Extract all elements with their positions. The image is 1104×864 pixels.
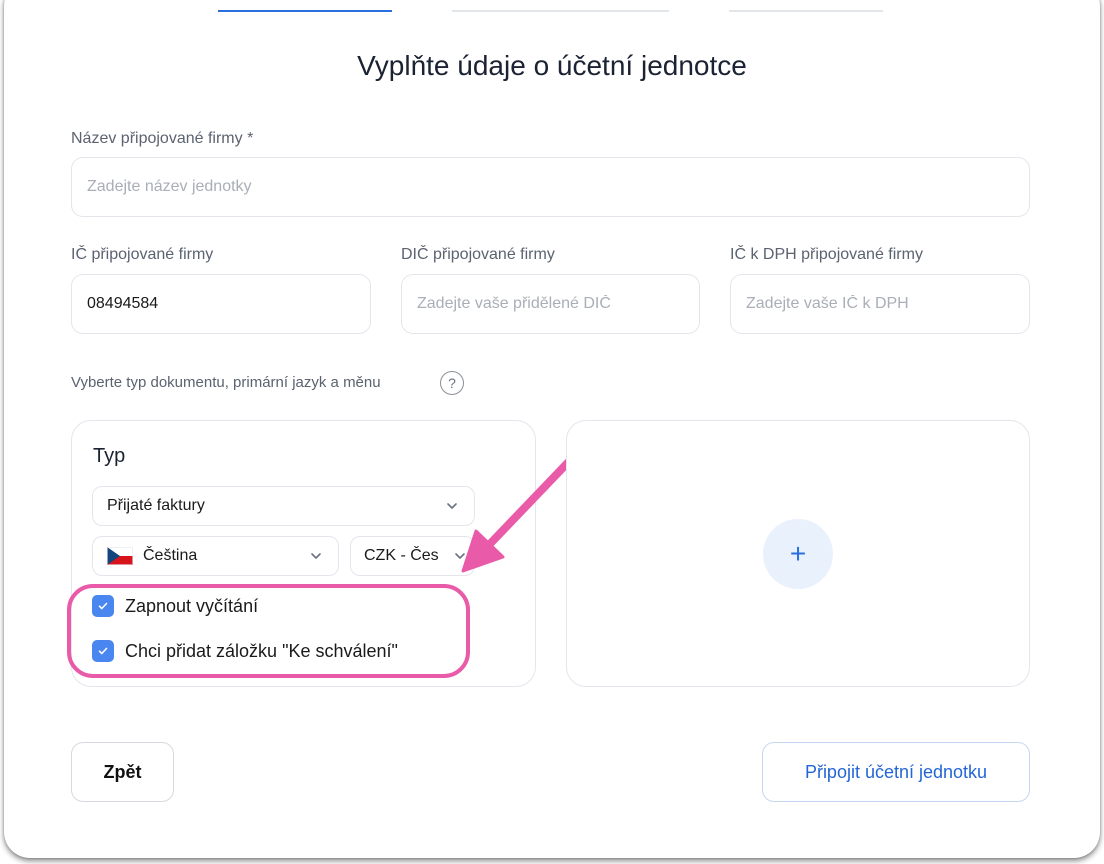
back-button[interactable]: Zpět [71, 742, 174, 802]
connect-unit-button[interactable]: Připojit účetní jednotku [762, 742, 1030, 802]
add-button[interactable]: + [763, 519, 833, 589]
